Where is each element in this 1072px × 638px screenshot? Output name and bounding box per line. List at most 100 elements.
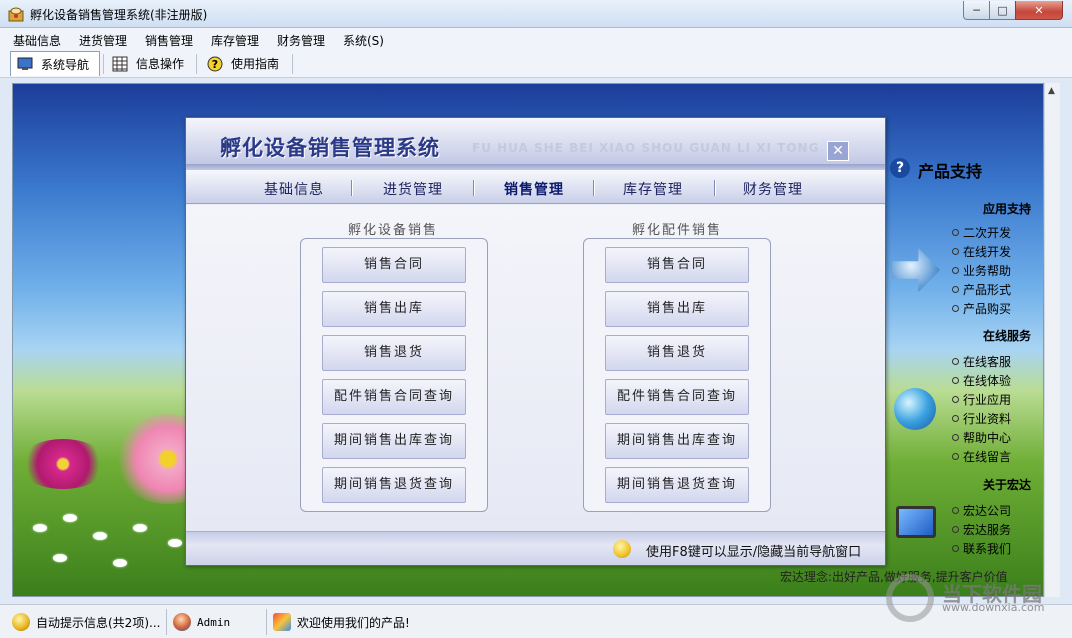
link-label: 宏达服务 xyxy=(963,523,1012,537)
user-icon xyxy=(173,613,191,631)
bullet-icon xyxy=(952,305,959,312)
equip-period-outbound-query-button[interactable]: 期间销售出库查询 xyxy=(322,423,466,459)
tab-inventory[interactable]: 库存管理 xyxy=(623,179,683,199)
daisy-image xyxy=(133,524,147,532)
menu-sales[interactable]: 销售管理 xyxy=(145,32,193,49)
link-leave-message[interactable]: 在线留言 xyxy=(952,448,1011,465)
maximize-button[interactable]: □ xyxy=(989,1,1016,20)
bullet-icon xyxy=(952,358,959,365)
menu-finance[interactable]: 财务管理 xyxy=(277,32,325,49)
dialog-close-button[interactable]: ✕ xyxy=(827,141,849,161)
arrow-icon xyxy=(892,248,940,292)
computer-icon xyxy=(896,506,936,538)
parts-contract-query-button[interactable]: 配件销售合同查询 xyxy=(605,379,749,415)
menu-inventory[interactable]: 库存管理 xyxy=(211,32,259,49)
flower-image xyxy=(18,439,108,489)
menu-system[interactable]: 系统(S) xyxy=(343,32,384,49)
link-business-help[interactable]: 业务帮助 xyxy=(952,262,1011,279)
menu-bar: 基础信息 进货管理 销售管理 库存管理 财务管理 系统(S) xyxy=(0,28,1072,50)
link-industry-data[interactable]: 行业资料 xyxy=(952,410,1011,427)
equip-parts-contract-query-button[interactable]: 配件销售合同查询 xyxy=(322,379,466,415)
help-icon: ? xyxy=(207,56,223,72)
daisy-image xyxy=(113,559,127,567)
link-product-form[interactable]: 产品形式 xyxy=(952,281,1011,298)
link-help-center[interactable]: 帮助中心 xyxy=(952,429,1011,446)
link-online-dev[interactable]: 在线开发 xyxy=(952,243,1011,260)
tab-finance[interactable]: 财务管理 xyxy=(743,179,803,199)
link-label: 产品购买 xyxy=(963,302,1012,316)
svg-text:?: ? xyxy=(212,58,218,71)
group-title-equipment-sales: 孵化设备销售 xyxy=(348,223,439,238)
link-contact-us[interactable]: 联系我们 xyxy=(952,540,1011,557)
link-online-trial[interactable]: 在线体验 xyxy=(952,372,1011,389)
toolbar-divider xyxy=(196,54,197,74)
section-online-service: 在线服务 xyxy=(983,329,1032,343)
tab-basic-info[interactable]: 基础信息 xyxy=(264,179,324,199)
close-button[interactable]: ✕ xyxy=(1015,1,1063,20)
link-product-purchase[interactable]: 产品购买 xyxy=(952,300,1011,317)
toolbar-user-guide[interactable]: ? 使用指南 xyxy=(201,51,285,76)
link-secondary-dev[interactable]: 二次开发 xyxy=(952,224,1011,241)
bullet-icon xyxy=(952,415,959,422)
tab-divider xyxy=(351,180,353,196)
dialog-title: 孵化设备销售管理系统 xyxy=(220,136,440,160)
group-title-parts-sales: 孵化配件销售 xyxy=(632,223,723,238)
menu-purchase[interactable]: 进货管理 xyxy=(79,32,127,49)
watermark-logo xyxy=(886,574,934,622)
link-label: 在线留言 xyxy=(963,450,1012,464)
equip-period-return-query-button[interactable]: 期间销售退货查询 xyxy=(322,467,466,503)
bullet-icon xyxy=(952,286,959,293)
bullet-icon xyxy=(952,545,959,552)
equip-sales-contract-button[interactable]: 销售合同 xyxy=(322,247,466,283)
toolbar-label: 系统导航 xyxy=(41,57,90,72)
equip-sales-outbound-button[interactable]: 销售出库 xyxy=(322,291,466,327)
link-label: 在线客服 xyxy=(963,355,1012,369)
minimize-button[interactable]: ─ xyxy=(963,1,990,20)
link-industry-app[interactable]: 行业应用 xyxy=(952,391,1011,408)
toolbar: 系统导航 信息操作 ? 使用指南 xyxy=(0,50,1072,78)
tab-divider xyxy=(473,180,475,196)
link-online-cs[interactable]: 在线客服 xyxy=(952,353,1011,370)
parts-period-outbound-query-button[interactable]: 期间销售出库查询 xyxy=(605,423,749,459)
parts-period-return-query-button[interactable]: 期间销售退货查询 xyxy=(605,467,749,503)
toolbar-system-nav[interactable]: 系统导航 xyxy=(10,51,100,76)
tab-purchase[interactable]: 进货管理 xyxy=(383,179,443,199)
group-parts-sales: 销售合同 销售出库 销售退货 配件销售合同查询 期间销售出库查询 期间销售退货查… xyxy=(583,238,771,512)
link-company[interactable]: 宏达公司 xyxy=(952,502,1011,519)
tab-sales[interactable]: 销售管理 xyxy=(504,179,564,199)
status-welcome: 欢迎使用我们的产品! xyxy=(273,612,410,632)
link-service[interactable]: 宏达服务 xyxy=(952,521,1011,538)
product-support-panel: ? 产品支持 应用支持 二次开发 在线开发 业务帮助 产品形式 产品购买 在线服… xyxy=(888,150,1048,590)
bullet-icon xyxy=(952,453,959,460)
watermark-url: www.downxia.com xyxy=(942,601,1045,614)
parts-sales-contract-button[interactable]: 销售合同 xyxy=(605,247,749,283)
bullet-icon xyxy=(952,526,959,533)
daisy-image xyxy=(93,532,107,540)
toolbar-divider xyxy=(292,54,293,74)
bullet-icon xyxy=(952,396,959,403)
equip-sales-return-button[interactable]: 销售退货 xyxy=(322,335,466,371)
section-about: 关于宏达 xyxy=(983,478,1032,492)
parts-sales-outbound-button[interactable]: 销售出库 xyxy=(605,291,749,327)
status-divider xyxy=(166,609,167,635)
link-label: 业务帮助 xyxy=(963,264,1012,278)
link-label: 联系我们 xyxy=(963,542,1012,556)
daisy-image xyxy=(168,539,182,547)
parts-sales-return-button[interactable]: 销售退货 xyxy=(605,335,749,371)
navigation-window: 孵化设备销售管理系统 FU HUA SHE BEI XIAO SHOU GUAN… xyxy=(185,117,886,566)
globe-icon xyxy=(894,388,936,430)
bullet-icon xyxy=(952,229,959,236)
scroll-up-icon[interactable]: ▲ xyxy=(1048,86,1055,96)
cubes-icon xyxy=(273,613,291,631)
bullet-icon xyxy=(952,248,959,255)
group-equipment-sales: 销售合同 销售出库 销售退货 配件销售合同查询 期间销售出库查询 期间销售退货查… xyxy=(300,238,488,512)
status-tips[interactable]: 自动提示信息(共2项)... xyxy=(12,612,160,632)
menu-basic-info[interactable]: 基础信息 xyxy=(13,32,61,49)
bullet-icon xyxy=(952,267,959,274)
support-header: 产品支持 xyxy=(918,162,983,181)
window-title: 孵化设备销售管理系统(非注册版) xyxy=(30,8,208,22)
lightbulb-icon xyxy=(12,613,30,631)
monitor-icon xyxy=(17,56,33,72)
toolbar-info-ops[interactable]: 信息操作 xyxy=(106,51,190,76)
link-label: 行业资料 xyxy=(963,412,1012,426)
